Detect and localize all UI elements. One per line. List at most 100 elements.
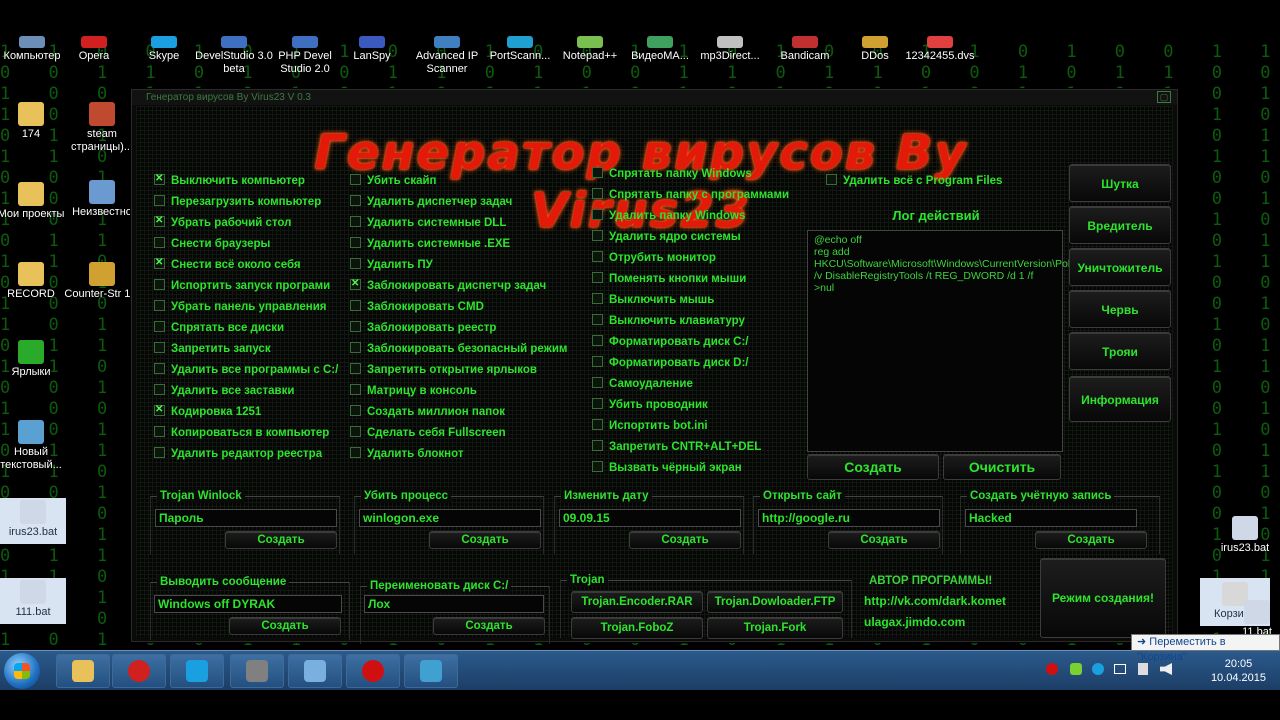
checkbox-col3[interactable]: Выключить клавиатуру — [592, 312, 745, 330]
trojan-button[interactable]: Trojan.Fork — [707, 617, 843, 639]
message-input[interactable]: Windows off DYRAK — [154, 595, 342, 613]
checkbox-col1[interactable]: Выключить компьютер — [154, 171, 305, 190]
checkbox-box[interactable] — [350, 237, 361, 248]
taskbar-explorer-button[interactable] — [56, 654, 110, 688]
checkbox-col2[interactable]: Матрицу в консоль — [350, 382, 477, 400]
record-tray-icon[interactable] — [1046, 663, 1058, 675]
checkbox-box[interactable] — [154, 300, 165, 311]
checkbox-col3[interactable]: Запретить CNTR+ALT+DEL — [592, 438, 761, 456]
tray-app-icon[interactable] — [1070, 663, 1082, 675]
checkbox-col3[interactable]: Самоудаление — [592, 375, 693, 393]
message-create-button[interactable]: Создать — [229, 617, 341, 635]
desktop-icon[interactable]: steam страницы)... — [62, 102, 142, 154]
desktop-icon[interactable]: RECORD — [0, 262, 71, 301]
desktop-icon[interactable]: 12342455.dvs — [900, 36, 980, 63]
checkbox-box[interactable] — [154, 342, 165, 353]
checkbox-col3[interactable]: Выключить мышь — [592, 291, 714, 309]
side-button[interactable]: Трояи — [1069, 332, 1171, 370]
desktop-icon[interactable]: Ярлыки — [0, 340, 71, 379]
checkbox-box[interactable] — [592, 440, 603, 451]
desktop-icon[interactable]: 174 — [0, 102, 71, 141]
checkbox-box[interactable] — [350, 195, 361, 206]
checkbox-col3[interactable]: Спрятать папку Windows — [592, 165, 752, 183]
checkbox-box[interactable] — [350, 384, 361, 395]
checkbox-box[interactable] — [154, 237, 165, 248]
desktop-icon[interactable]: Мои проекты — [0, 182, 71, 221]
checkbox-col2[interactable]: Удалить системные .EXE — [350, 235, 510, 253]
flag-tray-icon[interactable] — [1114, 664, 1126, 674]
checkbox-box[interactable] — [350, 276, 361, 292]
checkbox-box[interactable] — [154, 447, 165, 458]
checkbox-col1[interactable]: Копироваться в компьютер — [154, 424, 329, 442]
desktop-icon[interactable]: Notepad++ — [550, 36, 630, 63]
author-link-site[interactable]: ulagax.jimdo.com — [864, 615, 965, 629]
checkbox-box[interactable] — [350, 216, 361, 227]
checkbox-box[interactable] — [350, 258, 361, 269]
checkbox-box[interactable] — [592, 251, 603, 262]
author-link-vk[interactable]: http://vk.com/dark.komet — [864, 594, 1006, 608]
checkbox-col3[interactable]: Поменять кнопки мыши — [592, 270, 746, 288]
side-button[interactable]: Информация — [1069, 376, 1171, 422]
side-button[interactable]: Уничтожитель — [1069, 248, 1171, 286]
checkbox-box[interactable] — [592, 188, 603, 199]
side-button[interactable]: Червь — [1069, 290, 1171, 328]
checkbox-box[interactable] — [592, 293, 603, 304]
checkbox-box[interactable] — [154, 195, 165, 206]
checkbox-col3[interactable]: Испортить bot.ini — [592, 417, 708, 435]
taskbar-window-button[interactable] — [288, 654, 342, 688]
desktop-icon[interactable]: Неизвестно — [62, 180, 142, 219]
log-clear-button[interactable]: Очистить — [943, 454, 1061, 480]
checkbox-col1[interactable]: Удалить все программы с C:/ — [154, 361, 338, 379]
trojan-button[interactable]: Trojan.Encoder.RAR — [571, 591, 703, 613]
checkbox-col2[interactable]: Заблокировать реестр — [350, 319, 496, 337]
taskbar-develstudio-button[interactable] — [230, 654, 284, 688]
checkbox-col2[interactable]: Удалить ПУ — [350, 256, 433, 274]
rename-input[interactable]: Лох — [364, 595, 544, 613]
checkbox-box[interactable] — [592, 419, 603, 430]
checkbox-col1[interactable]: Удалить редактор реестра — [154, 445, 322, 463]
side-button[interactable]: Шутка — [1069, 164, 1171, 202]
group-create-button[interactable]: Создать — [828, 531, 940, 549]
checkbox-box[interactable] — [592, 314, 603, 325]
checkbox-col1[interactable]: Снести всё около себя — [154, 255, 301, 274]
desktop-icon[interactable]: PortScann... — [480, 36, 560, 63]
taskbar-network-button[interactable] — [404, 654, 458, 688]
skype-tray-icon[interactable] — [1092, 663, 1104, 675]
checkbox-box[interactable] — [154, 255, 165, 271]
checkbox-box[interactable] — [592, 356, 603, 367]
checkbox-box[interactable] — [592, 230, 603, 241]
taskbar-skype-button[interactable] — [170, 654, 224, 688]
checkbox-box[interactable] — [350, 363, 361, 374]
group-input[interactable]: winlogon.exe — [359, 509, 541, 527]
log-create-button[interactable]: Создать — [807, 454, 939, 480]
checkbox-col3[interactable]: Удалить папку Windows — [592, 207, 745, 225]
checkbox-col2[interactable]: Удалить диспетчер задач — [350, 193, 512, 211]
checkbox-col2[interactable]: Заблокировать диспетчр задач — [350, 276, 546, 295]
checkbox-box[interactable] — [350, 300, 361, 311]
checkbox-col3[interactable]: Спрятать папку с программами — [592, 186, 789, 204]
desktop-icon[interactable]: Advanced IP Scanner — [407, 36, 487, 76]
checkbox-col2[interactable]: Запретить открытие ярлыков — [350, 361, 537, 379]
checkbox-col1[interactable]: Запретить запуск — [154, 340, 271, 358]
side-button[interactable]: Вредитель — [1069, 206, 1171, 244]
group-create-button[interactable]: Создать — [429, 531, 541, 549]
creation-mode-button[interactable]: Режим создания! — [1040, 558, 1166, 638]
checkbox-col1[interactable]: Перезагрузить компьютер — [154, 193, 321, 211]
desktop-icon[interactable]: irus23.bat — [1210, 516, 1280, 555]
taskbar-start-orb-button[interactable] — [4, 653, 40, 689]
desktop-icon[interactable]: Новый текстовый... — [0, 420, 71, 472]
checkbox-col2[interactable]: Удалить системные DLL — [350, 214, 506, 232]
desktop-icon[interactable]: Opera — [54, 36, 134, 63]
checkbox-col3[interactable]: Форматировать диск C:/ — [592, 333, 748, 351]
checkbox-box[interactable] — [350, 174, 361, 185]
desktop-icon[interactable]: 111.bat — [0, 578, 66, 624]
window-close-icon[interactable]: ▢ — [1157, 91, 1171, 103]
checkbox-box[interactable] — [350, 342, 361, 353]
desktop-icon[interactable]: ВидеоМА... — [620, 36, 700, 63]
checkbox-col3[interactable]: Удалить ядро системы — [592, 228, 741, 246]
group-create-button[interactable]: Создать — [629, 531, 741, 549]
desktop-icon[interactable]: Skype — [124, 36, 204, 63]
group-create-button[interactable]: Создать — [1035, 531, 1147, 549]
desktop-icon[interactable]: mp3Direct... — [690, 36, 770, 63]
checkbox-col2[interactable]: Убить скайп — [350, 172, 437, 190]
